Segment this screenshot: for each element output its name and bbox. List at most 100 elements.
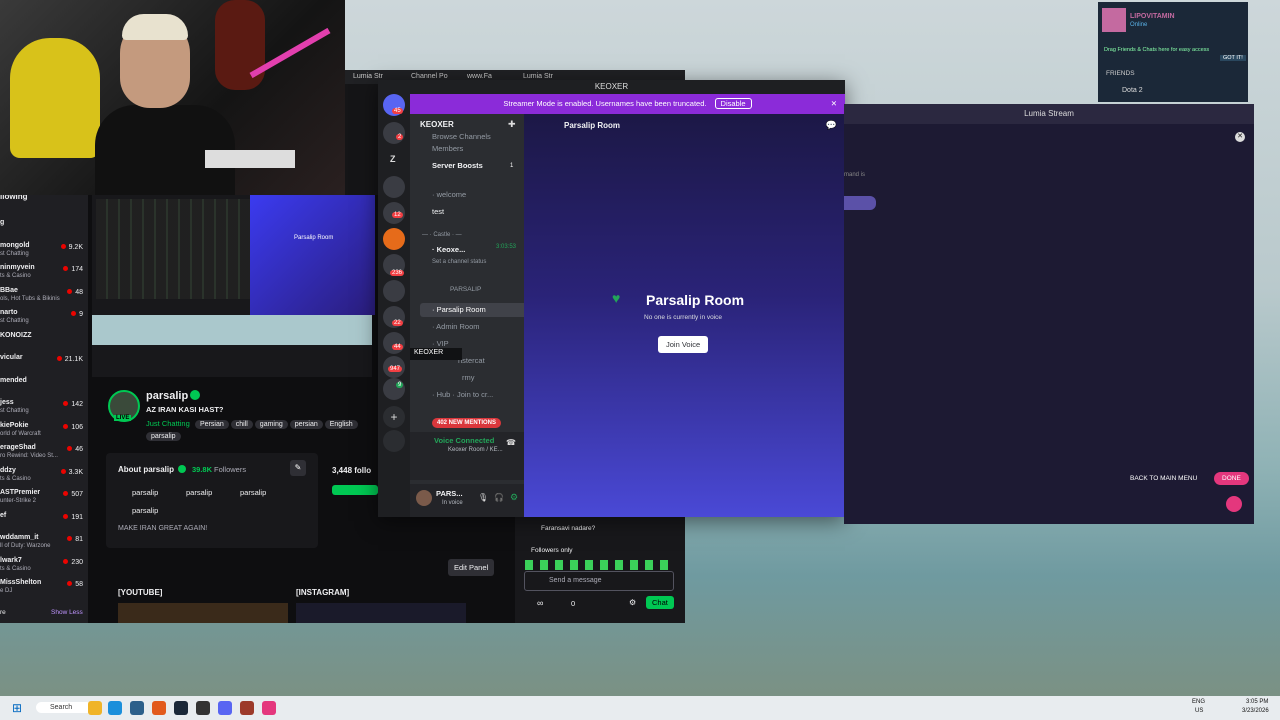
channel-parsalip-room[interactable]: · Parsalip Room — [420, 303, 524, 317]
app-icon[interactable] — [240, 701, 254, 715]
youtube-link[interactable]: parsalip — [240, 488, 266, 497]
more-text: re — [0, 609, 6, 616]
app-icon[interactable] — [196, 701, 210, 715]
edit-panel-button[interactable]: Edit Panel — [448, 559, 495, 576]
chat-bubble-icon[interactable]: 💬 — [826, 120, 837, 131]
voice-user: PARSALIP — [450, 286, 482, 293]
back-to-main-menu-button[interactable]: BACK TO MAIN MENU — [1130, 475, 1197, 482]
green-heart-icon: ♥ — [612, 290, 621, 306]
server-icon[interactable] — [383, 280, 405, 302]
mentions-pill[interactable]: 402 NEW MENTIONS — [432, 418, 502, 428]
got-it-button[interactable]: GOT IT! — [1220, 55, 1246, 61]
clock-date: 3/23/2026 — [1242, 708, 1269, 714]
windows-start-icon[interactable]: ⊞ — [12, 701, 22, 715]
clock-time[interactable]: 3:05 PM — [1246, 699, 1268, 705]
edge-icon[interactable] — [108, 701, 122, 715]
channel-rmy[interactable]: rmy — [462, 371, 524, 385]
show-less-link[interactable]: Show Less — [51, 609, 83, 616]
channel-name[interactable]: parsalip — [146, 390, 188, 402]
add-server-icon[interactable]: + — [383, 406, 405, 428]
edit-pencil-icon[interactable]: ✎ — [290, 460, 306, 476]
done-button[interactable]: DONE — [1214, 472, 1249, 485]
browser-tab[interactable]: Lumia Str — [523, 73, 553, 80]
join-voice-button[interactable]: Join Voice — [658, 336, 709, 353]
browser-tab[interactable]: Lumia Str — [353, 73, 383, 80]
close-icon[interactable]: ✕ — [1235, 132, 1245, 142]
discord-icon[interactable] — [218, 701, 232, 715]
windows-taskbar: ⊞ Search ENG US 3:05 PM 3/23/2026 — [0, 696, 1280, 720]
language-indicator[interactable]: ENG — [1192, 699, 1205, 705]
browser-tab[interactable]: www.Fa — [467, 73, 492, 80]
chat-line: Faransavi nadare? — [541, 525, 596, 532]
channel-admin-room[interactable]: · Admin Room — [432, 320, 524, 334]
server-letter-icon[interactable]: Z — [390, 154, 396, 164]
add-member-icon[interactable]: ✚ — [508, 119, 516, 130]
channel-name: BBae — [0, 286, 18, 294]
channel-category: orld of Warcraft — [0, 430, 41, 437]
tag-chip[interactable]: persian — [289, 420, 323, 429]
browser-tab[interactable]: Channel Po — [411, 73, 448, 80]
followed-channel[interactable]: MissShelton e DJ 58 — [0, 579, 88, 605]
voice-timer: 3:03:53 — [496, 244, 517, 250]
boost-badge: 1 — [510, 163, 514, 169]
voice-room-header: Parsalip Room — [564, 121, 621, 130]
tag-chip[interactable]: gaming — [254, 420, 288, 429]
discover-icon[interactable] — [383, 430, 405, 452]
store-icon[interactable] — [130, 701, 144, 715]
channel-test[interactable]: test — [432, 205, 524, 219]
channel-members[interactable]: Members — [432, 142, 524, 156]
steam-icon[interactable] — [174, 701, 188, 715]
tiktok-link[interactable]: parsalip — [132, 506, 158, 515]
game-item[interactable]: Dota 2 — [1122, 87, 1143, 94]
guild-badge: 22 — [392, 320, 403, 326]
server-icon[interactable] — [383, 228, 405, 250]
server-icon[interactable] — [383, 332, 405, 354]
lumia-icon[interactable] — [262, 701, 276, 715]
preview-room-title: Parsalip Room — [294, 235, 334, 241]
viewer-count: 9.2K — [61, 244, 83, 251]
chat-input[interactable]: Send a message — [524, 571, 674, 591]
viewer-count: 507 — [63, 491, 83, 498]
headphones-icon[interactable]: 🎧 — [494, 493, 504, 502]
disable-button[interactable]: Disable — [714, 98, 752, 109]
tag-chip[interactable]: parsalip — [146, 432, 181, 441]
channel-category: st Chatting — [0, 318, 29, 324]
viewer-count: 48 — [67, 289, 83, 296]
instagram-link[interactable]: parsalip — [132, 488, 158, 497]
settings-gear-icon[interactable]: ⚙ — [510, 492, 518, 503]
tag-chip[interactable]: chill — [230, 420, 253, 429]
tag-chip[interactable]: English — [324, 420, 358, 429]
channel-name: ninmyvein — [0, 264, 35, 271]
channel-name: wddamm_it — [0, 534, 39, 541]
user-popup: KEOXER — [410, 348, 462, 360]
mic-icon[interactable]: 🎙 — [478, 493, 488, 502]
viewer-count: 3.3K — [61, 469, 83, 476]
avatar[interactable] — [416, 490, 432, 506]
voice-room-sub: Keoxer Room / KE... — [448, 447, 503, 453]
follower-label: Followers — [214, 465, 247, 474]
voice-panel: Voice Connected Keoxer Room / KE... ☎ — [410, 432, 524, 480]
steam-username: LIPOVITAMIN — [1130, 13, 1175, 20]
chat-settings-icon[interactable]: ⚙ — [629, 598, 636, 607]
server-name[interactable]: KEOXER — [420, 120, 454, 129]
server-icon[interactable] — [383, 122, 405, 144]
x-link[interactable]: parsalip — [186, 488, 212, 497]
server-icon[interactable] — [383, 176, 405, 198]
channel-nstercat[interactable]: nstercat — [458, 354, 524, 368]
file-explorer-icon[interactable] — [88, 701, 102, 715]
user-name: PARS... — [436, 489, 463, 498]
chat-fab-icon[interactable] — [1226, 496, 1242, 512]
channel-welcome[interactable]: · welcome — [432, 188, 524, 202]
tag-chip[interactable]: Persian — [195, 420, 229, 429]
close-icon[interactable]: ✕ — [831, 94, 837, 114]
chat-button[interactable]: Chat — [646, 596, 674, 609]
disconnect-icon[interactable]: ☎ — [506, 438, 516, 447]
channel-hub[interactable]: · Hub · Join to cr... — [432, 388, 524, 402]
channel-name: ddzy — [0, 466, 16, 474]
search-box[interactable]: Search — [36, 702, 93, 713]
category-link[interactable]: Just Chatting — [146, 419, 190, 428]
guild-badge: 12 — [392, 212, 403, 218]
server-icon[interactable] — [383, 378, 405, 400]
viewer-count: 46 — [67, 446, 83, 453]
firefox-icon[interactable] — [152, 701, 166, 715]
